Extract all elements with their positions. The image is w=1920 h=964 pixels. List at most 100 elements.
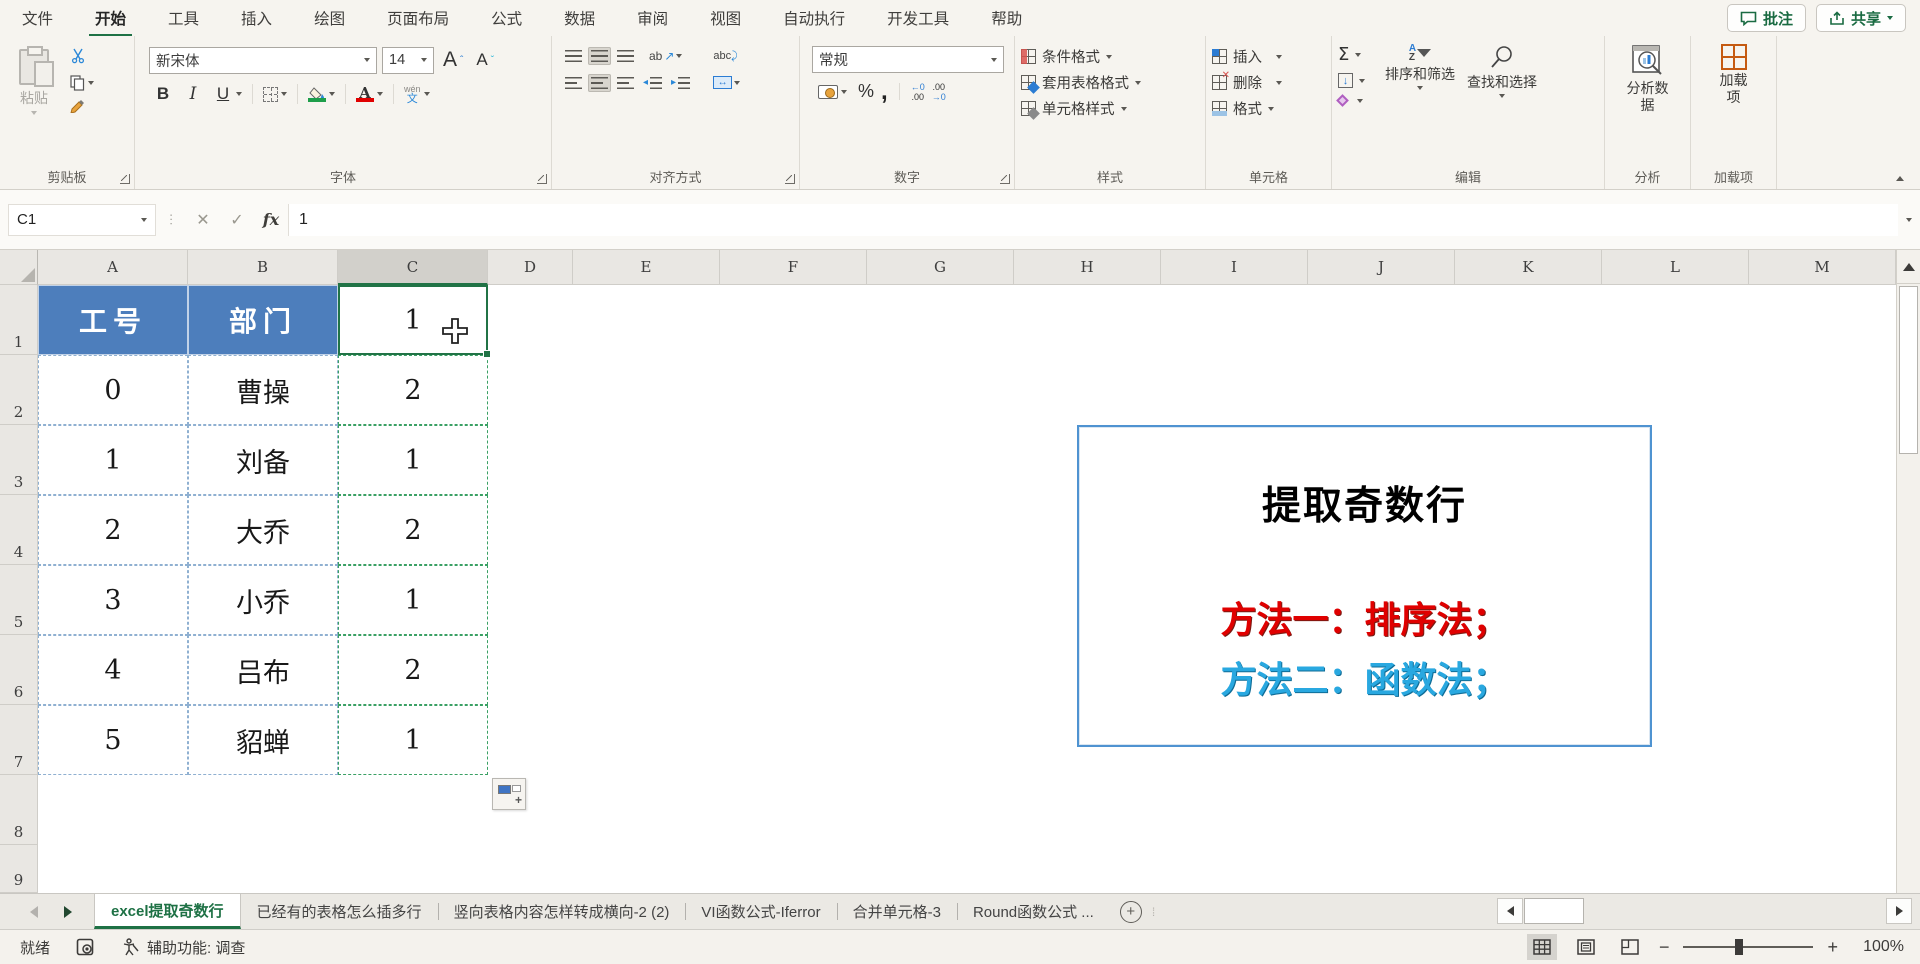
align-right-button[interactable] bbox=[614, 74, 637, 92]
format-as-table-button[interactable]: 套用表格格式 bbox=[1021, 72, 1199, 93]
col-header-G[interactable]: G bbox=[867, 250, 1014, 285]
new-sheet-button[interactable]: + bbox=[1120, 901, 1142, 923]
horizontal-scrollbar-thumb[interactable] bbox=[1524, 898, 1584, 924]
decrease-indent-button[interactable]: ◂ bbox=[640, 74, 665, 92]
underline-button[interactable]: U bbox=[209, 82, 246, 106]
copy-button[interactable] bbox=[70, 75, 94, 91]
hscroll-right-button[interactable] bbox=[1886, 898, 1912, 924]
formula-bar-resizer[interactable]: ⋯ bbox=[163, 213, 179, 227]
increase-decimal-button[interactable]: ←0.00 bbox=[911, 82, 925, 102]
accounting-format-button[interactable] bbox=[814, 83, 851, 101]
phonetic-button[interactable]: wén 文 bbox=[400, 82, 434, 106]
row-header-9[interactable]: 9 bbox=[0, 845, 38, 893]
sheet-tab-3[interactable]: 竖向表格内容怎样转成横向-2 (2) bbox=[438, 894, 686, 929]
font-size-combo[interactable]: 14 bbox=[382, 47, 434, 74]
zoom-slider-thumb[interactable] bbox=[1735, 939, 1743, 955]
decrease-font-button[interactable]: Aˇ bbox=[472, 48, 498, 72]
normal-view-button[interactable] bbox=[1527, 934, 1557, 960]
expand-formula-bar-icon[interactable] bbox=[1906, 218, 1912, 222]
fill-color-button[interactable] bbox=[304, 85, 339, 104]
conditional-formatting-button[interactable]: 条件格式 bbox=[1021, 46, 1199, 67]
align-top-button[interactable] bbox=[562, 47, 585, 65]
formula-input[interactable]: 1 bbox=[288, 204, 1898, 236]
cell-C2[interactable]: 2 bbox=[338, 355, 488, 425]
cell-B6[interactable]: 吕布 bbox=[188, 635, 338, 705]
insert-cells-button[interactable]: 插入 bbox=[1212, 46, 1325, 67]
cell-C7[interactable]: 1 bbox=[338, 705, 488, 775]
cell-B4[interactable]: 大乔 bbox=[188, 495, 338, 565]
clear-button[interactable] bbox=[1338, 96, 1365, 105]
cell-C5[interactable]: 1 bbox=[338, 565, 488, 635]
decrease-decimal-button[interactable]: .00→0 bbox=[932, 82, 946, 102]
tab-help[interactable]: 帮助 bbox=[989, 0, 1024, 37]
cell-A7[interactable]: 5 bbox=[38, 705, 188, 775]
macro-record-icon[interactable] bbox=[76, 938, 96, 956]
col-header-H[interactable]: H bbox=[1014, 250, 1161, 285]
bold-button[interactable]: B bbox=[149, 82, 177, 106]
fill-handle[interactable] bbox=[483, 350, 491, 358]
row-header-6[interactable]: 6 bbox=[0, 635, 38, 705]
share-button[interactable]: 共享 bbox=[1816, 4, 1906, 32]
col-header-C[interactable]: C bbox=[338, 250, 488, 285]
vertical-scrollbar-thumb[interactable] bbox=[1899, 286, 1918, 454]
cell-A5[interactable]: 3 bbox=[38, 565, 188, 635]
row-header-3[interactable]: 3 bbox=[0, 425, 38, 495]
percent-style-button[interactable]: % bbox=[858, 81, 874, 102]
tab-formulas[interactable]: 公式 bbox=[489, 0, 524, 37]
col-header-F[interactable]: F bbox=[720, 250, 867, 285]
tab-page-layout[interactable]: 页面布局 bbox=[385, 0, 451, 37]
align-left-button[interactable] bbox=[562, 74, 585, 92]
find-select-button[interactable]: 查找和选择 bbox=[1461, 42, 1543, 100]
row-header-1[interactable]: 1 bbox=[0, 285, 38, 355]
cell-styles-button[interactable]: 单元格样式 bbox=[1021, 98, 1199, 119]
cell-C3[interactable]: 1 bbox=[338, 425, 488, 495]
clipboard-dialog-launcher[interactable] bbox=[120, 174, 130, 184]
cell-A6[interactable]: 4 bbox=[38, 635, 188, 705]
hscroll-left-button[interactable] bbox=[1497, 898, 1523, 924]
col-header-E[interactable]: E bbox=[573, 250, 720, 285]
tab-data[interactable]: 数据 bbox=[562, 0, 597, 37]
col-header-I[interactable]: I bbox=[1161, 250, 1308, 285]
row-header-8[interactable]: 8 bbox=[0, 775, 38, 845]
zoom-in-button[interactable]: + bbox=[1827, 937, 1838, 958]
sheet-tab-5[interactable]: 合并单元格-3 bbox=[837, 894, 957, 929]
name-box[interactable]: C1 bbox=[8, 204, 156, 236]
row-header-5[interactable]: 5 bbox=[0, 565, 38, 635]
worksheet-textbox[interactable]: 提取奇数行 方法一：排序法； 方法二：函数法； bbox=[1077, 425, 1652, 747]
paste-button[interactable]: 粘贴 bbox=[6, 45, 62, 115]
cell-B3[interactable]: 刘备 bbox=[188, 425, 338, 495]
page-break-preview-button[interactable] bbox=[1615, 934, 1645, 960]
zoom-out-button[interactable]: − bbox=[1659, 937, 1670, 958]
horizontal-scrollbar[interactable] bbox=[1497, 898, 1912, 924]
sheet-nav-prev-icon[interactable] bbox=[30, 906, 38, 918]
col-header-B[interactable]: B bbox=[188, 250, 338, 285]
font-name-combo[interactable]: 新宋体 bbox=[149, 47, 377, 74]
page-layout-view-button[interactable] bbox=[1571, 934, 1601, 960]
select-all-button[interactable] bbox=[0, 250, 38, 285]
row-header-4[interactable]: 4 bbox=[0, 495, 38, 565]
comma-style-button[interactable]: , bbox=[881, 87, 888, 97]
cell-A4[interactable]: 2 bbox=[38, 495, 188, 565]
confirm-entry-button[interactable]: ✓ bbox=[220, 204, 254, 236]
col-header-J[interactable]: J bbox=[1308, 250, 1455, 285]
tab-automate[interactable]: 自动执行 bbox=[781, 0, 847, 37]
cell-A1[interactable]: 工号 bbox=[38, 285, 188, 355]
number-dialog-launcher[interactable] bbox=[1000, 174, 1010, 184]
font-dialog-launcher[interactable] bbox=[537, 174, 547, 184]
cancel-entry-button[interactable]: ✕ bbox=[186, 204, 220, 236]
font-color-button[interactable]: A bbox=[352, 85, 387, 104]
accessibility-status[interactable]: 辅助功能: 调查 bbox=[122, 937, 245, 958]
auto-fill-options-button[interactable]: + bbox=[492, 778, 526, 810]
sheet-tab-1[interactable]: excel提取奇数行 bbox=[94, 894, 241, 929]
italic-button[interactable]: I bbox=[179, 82, 207, 106]
analyze-data-button[interactable]: 分析数据 bbox=[1611, 42, 1684, 116]
comments-button[interactable]: 批注 bbox=[1727, 4, 1806, 32]
merge-center-button[interactable]: ↔ bbox=[710, 73, 743, 92]
addins-button[interactable]: 加载项 bbox=[1697, 42, 1770, 108]
tab-insert[interactable]: 插入 bbox=[239, 0, 274, 37]
cut-button[interactable] bbox=[70, 48, 94, 69]
tab-developer[interactable]: 开发工具 bbox=[885, 0, 951, 37]
sheet-nav-next-icon[interactable] bbox=[64, 906, 72, 918]
collapse-ribbon-button[interactable] bbox=[1896, 176, 1904, 181]
cell-B2[interactable]: 曹操 bbox=[188, 355, 338, 425]
